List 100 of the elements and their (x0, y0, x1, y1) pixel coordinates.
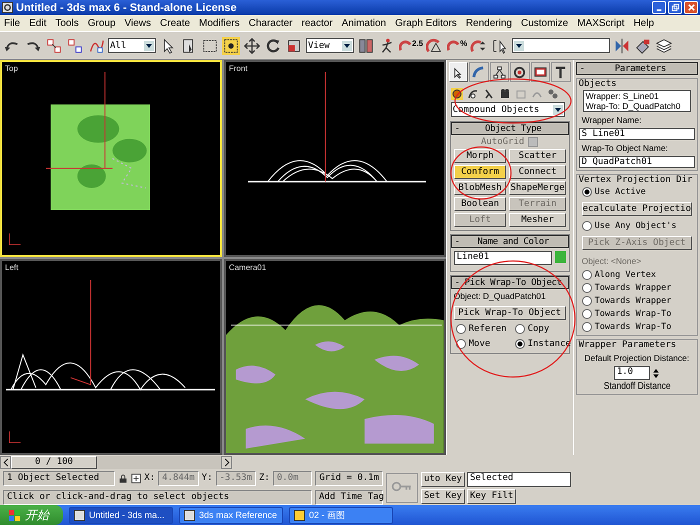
radio-dot[interactable] (582, 283, 592, 293)
reference-coordinate-dropdown[interactable]: View (306, 38, 354, 53)
viewport[interactable]: Top (0, 60, 222, 256)
cameras-icon[interactable] (498, 88, 511, 100)
display-tab-icon[interactable] (530, 62, 550, 82)
projection-radio[interactable]: Towards Wrap-To (578, 321, 695, 333)
restore-button[interactable] (668, 1, 682, 14)
menu-item[interactable]: Animation (342, 18, 386, 28)
wrapper-name-field[interactable]: S Line01 (578, 128, 695, 140)
systems-icon[interactable] (546, 88, 559, 100)
menu-item[interactable]: Rendering (466, 18, 512, 28)
menu-item[interactable]: Tools (55, 18, 79, 28)
list-item[interactable]: Wrap-To: D_QuadPatch0 (584, 101, 690, 111)
absolute-mode-icon[interactable] (131, 472, 142, 484)
menu-item[interactable]: Character (248, 18, 293, 28)
mirror-icon[interactable] (613, 36, 632, 54)
pivot-center-icon[interactable] (357, 36, 375, 54)
angle-snap-button[interactable]: 2.5 (399, 39, 424, 52)
projection-radio[interactable]: Towards Wrap-To (578, 308, 695, 320)
rotate-icon[interactable] (264, 36, 282, 54)
rollout-header[interactable]: - Name and Color (450, 235, 569, 248)
viewport-label[interactable]: Camera01 (228, 262, 266, 272)
projection-radio[interactable]: Use Any Object's (578, 220, 695, 232)
clone-option-radio[interactable]: Referen (452, 323, 510, 335)
menu-item[interactable]: Views (124, 18, 152, 28)
object-type-button[interactable]: Conform (454, 165, 506, 179)
object-type-button[interactable]: Boolean (454, 197, 506, 211)
projection-distance-field[interactable]: 1.0 (614, 366, 650, 380)
radio-dot[interactable] (582, 309, 592, 319)
align-icon[interactable] (634, 36, 652, 54)
shapes-icon[interactable] (466, 88, 479, 100)
set-key-toggle[interactable] (386, 472, 418, 502)
menu-item[interactable]: Customize (520, 18, 568, 28)
radio-dot[interactable] (582, 270, 592, 280)
key-mode-dropdown[interactable]: Selected (466, 472, 571, 486)
rollout-header[interactable]: - Parameters (576, 62, 698, 75)
list-item[interactable]: Wrapper: S_Line01 (584, 91, 690, 101)
taskbar-button[interactable]: 02 - 画图 (289, 506, 393, 524)
menu-item[interactable]: reactor (302, 18, 333, 28)
selection-filter-dropdown[interactable]: All (108, 38, 156, 53)
clone-option-radio[interactable]: Move (452, 338, 510, 350)
wrap-to-name-field[interactable]: D QuadPatch01 (578, 156, 695, 168)
projection-radio[interactable]: Towards Wrapper (578, 295, 695, 307)
percent-snap-button[interactable]: % (447, 39, 468, 52)
lock-icon[interactable] (118, 472, 128, 484)
object-type-button[interactable]: ShapeMerge (509, 181, 566, 195)
radio-dot[interactable] (582, 322, 592, 332)
utilities-tab-icon[interactable] (551, 62, 571, 82)
object-type-button[interactable]: Mesher (509, 213, 566, 227)
taskbar-button[interactable]: Untitled - 3ds ma... (69, 506, 173, 524)
set-key-button[interactable]: Set Key (421, 488, 465, 504)
layers-icon[interactable] (655, 36, 674, 54)
clone-option-radio[interactable]: Copy (512, 323, 574, 335)
viewport-label[interactable]: Left (5, 262, 18, 272)
object-type-button[interactable]: Scatter (509, 149, 566, 163)
add-time-tag-button[interactable]: Add Time Tag (315, 490, 383, 504)
object-type-button[interactable]: BlobMesh (454, 181, 506, 195)
menu-item[interactable]: Graph Editors (395, 18, 457, 28)
menu-item[interactable]: Modifiers (199, 18, 240, 28)
viewport-label[interactable]: Front (228, 64, 248, 73)
key-filters-button[interactable]: Key Filt (466, 488, 516, 504)
menu-item[interactable]: Create (160, 18, 190, 28)
menu-item[interactable]: Group (88, 18, 116, 28)
minimize-button[interactable] (652, 1, 666, 14)
radio-dot[interactable] (582, 221, 592, 231)
viewport[interactable]: Front (224, 60, 446, 256)
link-icon[interactable] (45, 36, 63, 54)
menu-item[interactable]: Edit (29, 18, 46, 28)
rollout-header[interactable]: - Pick Wrap-To Object (450, 276, 569, 289)
taskbar-button[interactable]: 3ds max Reference (179, 506, 283, 524)
viewport[interactable]: Camera01 (224, 258, 446, 455)
radio-dot[interactable] (514, 324, 525, 334)
time-slider-thumb[interactable]: 0 / 100 (11, 456, 97, 469)
auto-key-button[interactable]: uto Key (421, 472, 465, 486)
spinner-arrows-icon[interactable] (652, 366, 660, 380)
projection-button[interactable]: ecalculate Projectio (582, 202, 692, 216)
objects-list[interactable]: Wrapper: S_Line01 Wrap-To: D_QuadPatch0 (582, 90, 691, 112)
lights-icon[interactable] (482, 88, 495, 100)
previous-frame-button[interactable] (0, 456, 11, 469)
create-tab-icon[interactable] (448, 62, 468, 82)
projection-radio[interactable]: Towards Wrapper (578, 282, 695, 294)
radio-dot[interactable] (514, 339, 525, 349)
viewport-label[interactable]: Top (5, 64, 18, 73)
object-name-field[interactable]: Line01 (454, 251, 552, 265)
modify-tab-icon[interactable] (469, 62, 489, 82)
rollout-header[interactable]: - Object Type (450, 122, 569, 135)
menu-item[interactable]: File (4, 18, 20, 28)
projection-radio[interactable]: Use Active (578, 186, 695, 198)
unlink-icon[interactable] (66, 36, 84, 54)
motion-tab-icon[interactable] (510, 62, 530, 82)
menu-item[interactable]: Help (633, 18, 654, 28)
close-button[interactable] (684, 1, 698, 14)
object-type-button[interactable]: Morph (454, 149, 506, 163)
named-selection-dropdown[interactable] (512, 38, 610, 53)
projection-radio[interactable]: Along Vertex (578, 269, 695, 281)
geometry-icon[interactable] (450, 88, 463, 100)
radio-dot[interactable] (582, 296, 592, 306)
viewport[interactable]: Left (0, 258, 222, 455)
hierarchy-tab-icon[interactable] (490, 62, 510, 82)
pick-object-button[interactable]: Pick Wrap-To Object (454, 306, 566, 320)
